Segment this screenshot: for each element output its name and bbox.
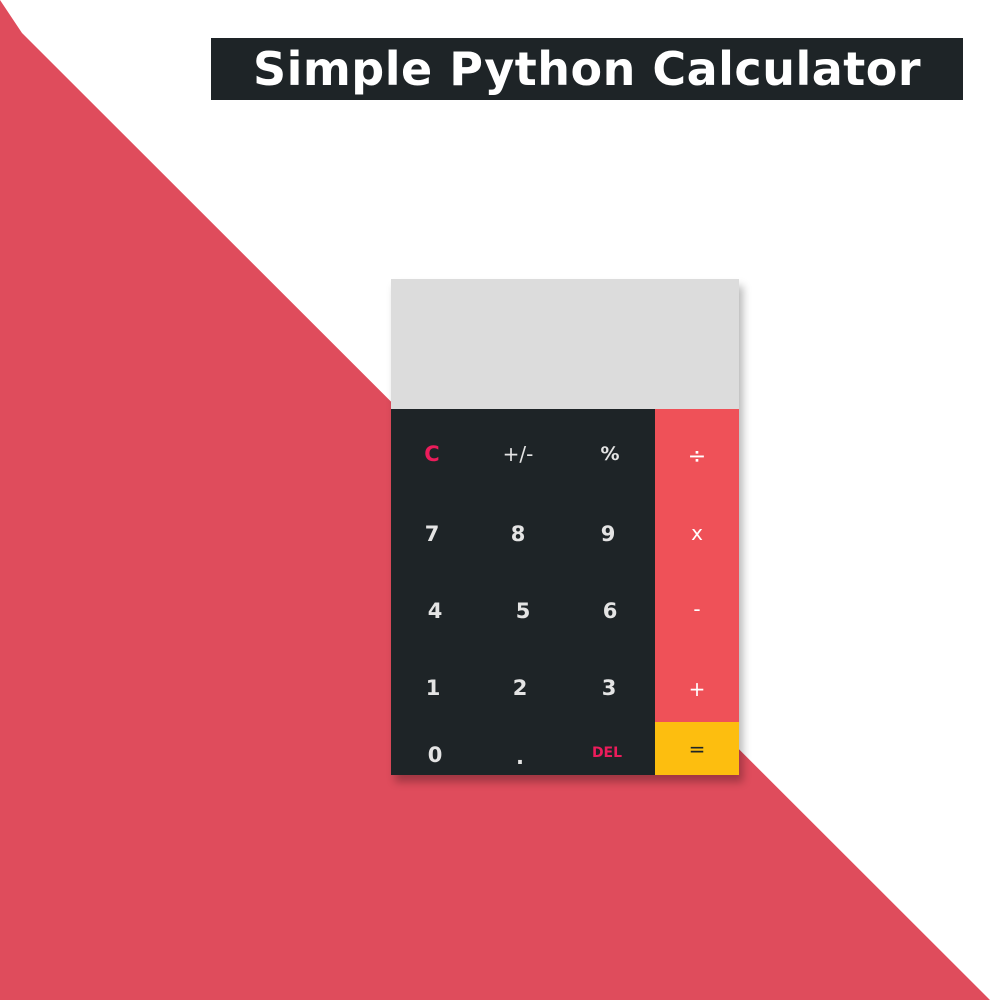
digit-8-button[interactable]: 8 bbox=[491, 515, 545, 553]
digit-4-button[interactable]: 4 bbox=[408, 592, 462, 630]
title-banner: Simple Python Calculator bbox=[211, 38, 963, 100]
calculator: C +/- % 7 8 9 4 5 6 1 2 3 0 . DEL ÷ x - … bbox=[391, 279, 739, 775]
digit-2-button[interactable]: 2 bbox=[493, 669, 547, 707]
percent-button[interactable]: % bbox=[583, 437, 637, 471]
calculator-display bbox=[391, 279, 739, 409]
add-button[interactable]: + bbox=[655, 669, 739, 709]
sign-toggle-button[interactable]: +/- bbox=[491, 437, 545, 471]
digit-9-button[interactable]: 9 bbox=[581, 515, 635, 553]
number-keypad: C +/- % 7 8 9 4 5 6 1 2 3 0 . DEL bbox=[391, 409, 655, 775]
multiply-button[interactable]: x bbox=[655, 513, 739, 553]
digit-1-button[interactable]: 1 bbox=[406, 669, 460, 707]
digit-5-button[interactable]: 5 bbox=[496, 592, 550, 630]
digit-3-button[interactable]: 3 bbox=[582, 669, 636, 707]
delete-button[interactable]: DEL bbox=[580, 734, 634, 772]
digit-7-button[interactable]: 7 bbox=[405, 515, 459, 553]
subtract-button[interactable]: - bbox=[655, 589, 739, 629]
page-title: Simple Python Calculator bbox=[252, 42, 922, 96]
operator-column: ÷ x - + bbox=[655, 409, 739, 722]
page: Simple Python Calculator C +/- % 7 8 9 4… bbox=[0, 0, 1000, 1000]
equals-button[interactable]: = bbox=[655, 722, 739, 775]
divide-button[interactable]: ÷ bbox=[655, 437, 739, 477]
equals-label: = bbox=[688, 736, 706, 761]
digit-0-button[interactable]: 0 bbox=[408, 736, 462, 774]
decimal-point-button[interactable]: . bbox=[493, 736, 547, 774]
clear-button[interactable]: C bbox=[405, 437, 459, 471]
digit-6-button[interactable]: 6 bbox=[583, 592, 637, 630]
